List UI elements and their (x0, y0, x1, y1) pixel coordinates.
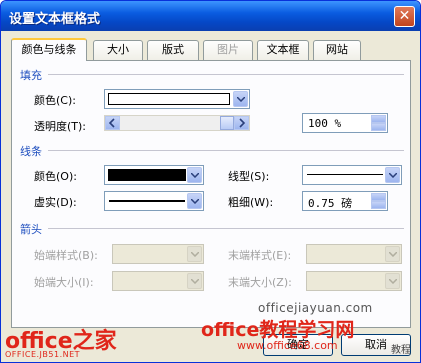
arrows-divider (48, 228, 404, 229)
fill-divider (48, 74, 404, 75)
watermark-brand-a-sub: OFFICE.JB51.NET (5, 350, 81, 359)
line-color-select[interactable] (104, 165, 204, 185)
tab-layout[interactable]: 版式 (147, 40, 199, 60)
weight-value: 0.75 磅 (308, 197, 353, 210)
begin-size-label: 始端大小(I): (34, 276, 94, 289)
watermark-site-a: officejiayuan.com (258, 301, 373, 315)
close-button[interactable]: ✕ (394, 6, 415, 27)
weight-spinner[interactable]: 0.75 磅 (302, 191, 388, 211)
dialog-window: 设置文本框格式 ✕ 颜色与线条 大小 版式 图片 文本框 网站 填充 颜色(C)… (0, 0, 421, 363)
arrows-section-title: 箭头 (20, 223, 42, 236)
line-style-label: 线型(S): (228, 170, 270, 183)
watermark-site-b: www.office68.com (237, 339, 338, 352)
tab-web[interactable]: 网站 (313, 40, 361, 60)
chevron-down-icon (187, 167, 202, 183)
tab-size[interactable]: 大小 (93, 40, 143, 60)
chevron-down-icon (385, 246, 400, 262)
transparency-slider[interactable] (104, 115, 250, 131)
end-style-label: 末端样式(E): (228, 249, 292, 262)
chevron-down-icon (385, 273, 400, 289)
watermark-brand-b: office教程学习网 (201, 319, 355, 341)
dash-select[interactable] (104, 191, 204, 211)
line-section-title: 线条 (20, 145, 42, 158)
tab-textbox[interactable]: 文本框 (257, 40, 309, 60)
chevron-down-icon (187, 273, 202, 289)
end-size-label: 末端大小(Z): (228, 276, 292, 289)
spin-up-icon[interactable] (371, 115, 386, 123)
transparency-spinner[interactable]: 100 % (302, 113, 388, 133)
fill-color-label: 颜色(C): (34, 94, 76, 107)
chevron-left-icon (108, 118, 115, 128)
line-style-preview (307, 174, 383, 175)
fill-section-title: 填充 (20, 69, 42, 82)
watermark-tag: 教程 (391, 345, 411, 356)
dialog-title: 设置文本框格式 (9, 12, 101, 27)
weight-label: 粗细(W): (228, 196, 274, 209)
dash-label: 虚实(D): (34, 196, 77, 209)
chevron-down-icon (233, 91, 248, 107)
line-style-select[interactable] (302, 165, 402, 185)
close-icon: ✕ (398, 8, 411, 24)
fill-color-swatch (108, 93, 230, 105)
spin-down-icon[interactable] (371, 201, 386, 209)
slider-left-button[interactable] (105, 116, 120, 130)
slider-right-button[interactable] (234, 116, 249, 130)
fill-color-select[interactable] (104, 89, 250, 109)
slider-thumb[interactable] (220, 116, 234, 130)
spin-up-icon[interactable] (371, 193, 386, 201)
title-bar: 设置文本框格式 ✕ (1, 1, 420, 31)
chevron-right-icon (239, 118, 246, 128)
tab-colors-lines[interactable]: 颜色与线条 (11, 38, 87, 61)
begin-style-label: 始端样式(B): (34, 249, 98, 262)
line-color-swatch (108, 169, 186, 181)
end-size-select (306, 271, 402, 291)
tab-panel: 填充 颜色(C): 透明度(T): 100 % 线条 颜色(O): 线型(S):… (11, 60, 411, 328)
dash-preview (109, 200, 185, 202)
begin-size-select (112, 271, 204, 291)
chevron-down-icon (187, 246, 202, 262)
tab-picture: 图片 (203, 40, 253, 60)
chevron-down-icon (385, 167, 400, 183)
line-divider (48, 150, 404, 151)
transparency-value: 100 % (308, 117, 342, 130)
begin-style-select (112, 244, 204, 264)
end-style-select (306, 244, 402, 264)
line-color-label: 颜色(O): (34, 170, 77, 183)
spin-down-icon[interactable] (371, 123, 386, 131)
transparency-label: 透明度(T): (34, 120, 87, 133)
chevron-down-icon (187, 193, 202, 209)
